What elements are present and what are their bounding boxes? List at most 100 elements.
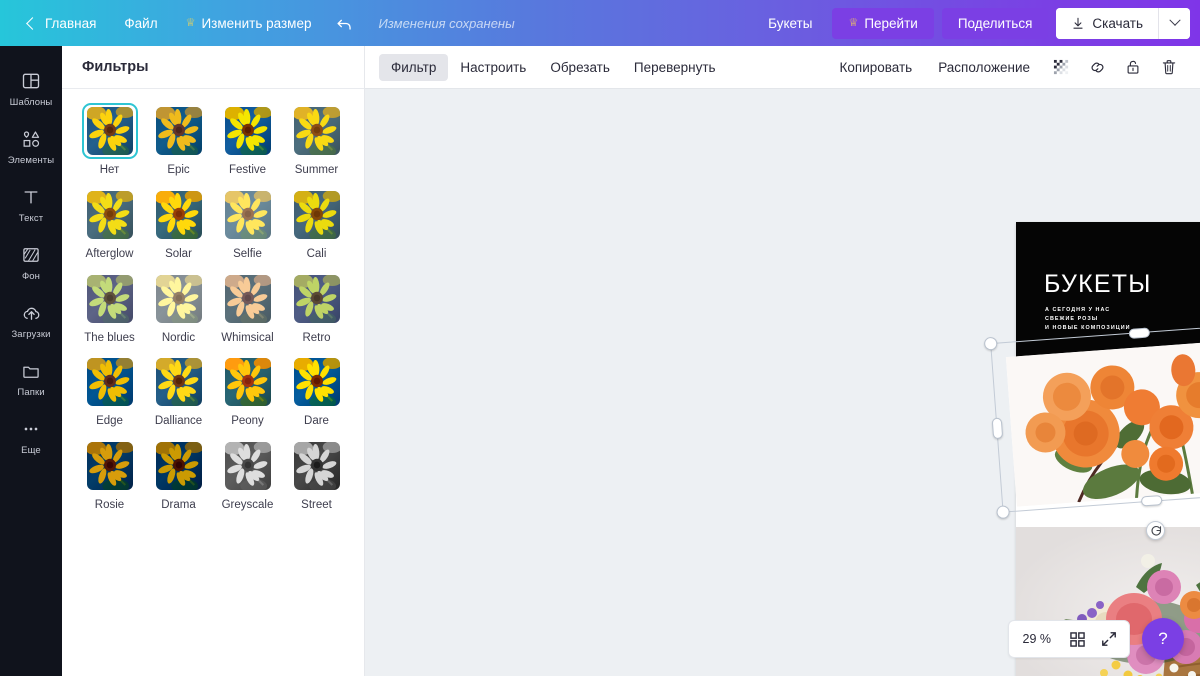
transparency-button[interactable] [1044,51,1078,83]
delete-button[interactable] [1152,51,1186,83]
zoom-level[interactable]: 29 % [1015,628,1060,650]
filter-thumbnail-image [155,274,202,323]
upgrade-pro-button[interactable]: ♕ Перейти [832,7,934,39]
rotate-handle[interactable] [1146,521,1165,540]
left-sidebar: Шаблоны Элементы Текст Фон Загрузки Папк… [0,46,62,676]
download-group: Скачать [1056,7,1190,39]
share-button[interactable]: Поделиться [941,7,1049,39]
selected-image-roses[interactable] [1005,337,1200,507]
panel-title: Фильтры [82,59,149,75]
filter-label: Whimsical [221,331,274,344]
filter-label: Epic [167,164,190,176]
filter-label: Retro [302,331,331,344]
filter-thumbnail-image [86,358,133,407]
sidebar-item-label: Шаблоны [9,97,53,108]
filter-item-festive[interactable]: Festive [216,103,279,178]
filter-thumb-frame [81,103,138,159]
canvas-stage[interactable]: БУКЕТЫ А СЕГОДНЯ У НАС СВЕЖИЕ РОЗЫ И НОВ… [365,89,1200,676]
link-button[interactable] [1080,51,1114,83]
filter-label: Peony [231,415,264,428]
filter-thumb-frame [151,187,207,243]
filter-item-afterglow[interactable]: Afterglow [78,187,141,262]
filter-item-drama[interactable]: Drama [147,438,210,513]
filter-item-dare[interactable]: Dare [285,354,348,429]
download-options-button[interactable] [1158,7,1190,39]
upload-cloud-icon [20,302,42,324]
filter-thumbnail-grid[interactable]: Нет Epic Festive Summer Afterglow Solar Selfie… [62,89,364,676]
copy-button[interactable]: Копировать [828,54,925,81]
filter-item-the-blues[interactable]: The blues [78,271,141,346]
filter-item-selfie[interactable]: Selfie [216,187,279,262]
filter-thumb-frame [289,103,345,159]
lock-button[interactable] [1116,51,1150,83]
home-button[interactable]: Главная [14,9,110,38]
filter-thumb-frame [82,354,138,410]
file-menu-button[interactable]: Файл [110,9,171,38]
sidebar-item-elements[interactable]: Элементы [0,118,62,174]
filter-item-street[interactable]: Street [285,438,348,513]
filter-thumbnail-image [86,190,133,239]
filter-item-whimsical[interactable]: Whimsical [216,271,279,346]
filter-thumbnail-image [155,442,202,491]
toolbar-right-actions: Копировать Расположение [828,51,1186,83]
filter-thumbnail-image [224,190,271,239]
sidebar-item-templates[interactable]: Шаблоны [0,60,62,116]
filter-thumbnail-image [155,358,202,407]
resize-label: Изменить размер [201,15,312,31]
filter-item-retro[interactable]: Retro [285,271,348,346]
editor-area: Фильтр Настроить Обрезать Перевернуть Ко… [365,46,1200,676]
filter-label: Afterglow [85,247,134,260]
sidebar-item-background[interactable]: Фон [0,234,62,290]
tab-adjust[interactable]: Настроить [448,54,538,81]
filter-label: Solar [165,247,192,260]
tab-crop[interactable]: Обрезать [538,54,622,81]
download-button[interactable]: Скачать [1056,7,1158,39]
sidebar-item-label: Текст [18,213,44,224]
filter-thumbnail-image [293,274,340,323]
undo-button[interactable] [325,8,364,39]
help-button[interactable]: ? [1142,618,1184,660]
save-status-text: Изменения сохранены [378,15,515,31]
templates-icon [20,70,42,92]
filter-label: Нет [99,164,120,176]
grid-view-button[interactable] [1063,626,1091,652]
filter-thumb-frame [220,438,276,494]
filter-item-dalliance[interactable]: Dalliance [147,354,210,429]
filter-item-nordic[interactable]: Nordic [147,271,210,346]
sidebar-item-label: Загрузки [11,329,51,340]
filter-item-rosie[interactable]: Rosie [78,438,141,513]
tab-filter[interactable]: Фильтр [379,53,449,81]
sidebar-item-folders[interactable]: Папки [0,350,62,406]
filter-item-cali[interactable]: Cali [285,187,348,262]
filter-item-summer[interactable]: Summer [285,103,348,178]
filter-thumb-frame [151,354,207,410]
filter-label: Cali [306,247,327,260]
filter-item-нет[interactable]: Нет [78,103,141,178]
sidebar-item-text[interactable]: Текст [0,176,62,232]
filter-item-edge[interactable]: Edge [78,354,141,429]
resize-handle-left[interactable] [991,417,1004,440]
fullscreen-button[interactable] [1095,626,1123,652]
tab-flip[interactable]: Перевернуть [622,54,728,81]
filter-thumb-frame [289,438,345,494]
filters-panel: Фильтры Нет Epic Festive Summer Afterglow Sol… [62,46,365,676]
filter-item-epic[interactable]: Epic [147,103,210,178]
sidebar-item-uploads[interactable]: Загрузки [0,292,62,348]
sidebar-item-label: Еще [21,445,41,456]
filter-thumbnail-image [224,107,271,155]
grid-view-icon [1069,631,1085,647]
resize-handle-top-left[interactable] [983,336,998,351]
filter-label: Nordic [161,331,196,344]
filter-item-greyscale[interactable]: Greyscale [216,438,279,513]
sidebar-item-more[interactable]: Еще [0,408,62,464]
arrange-button[interactable]: Расположение [926,54,1042,81]
document-title[interactable]: Букеты [756,9,824,38]
sidebar-item-label: Папки [17,387,45,398]
resize-button[interactable]: ♕ Изменить размер [172,9,326,38]
filter-thumb-frame [151,271,207,327]
resize-handle-bottom-left[interactable] [996,505,1011,520]
filter-item-solar[interactable]: Solar [147,187,210,262]
filter-item-peony[interactable]: Peony [216,354,279,429]
filter-thumbnail-image [224,274,271,323]
filter-thumbnail-image [86,442,133,491]
